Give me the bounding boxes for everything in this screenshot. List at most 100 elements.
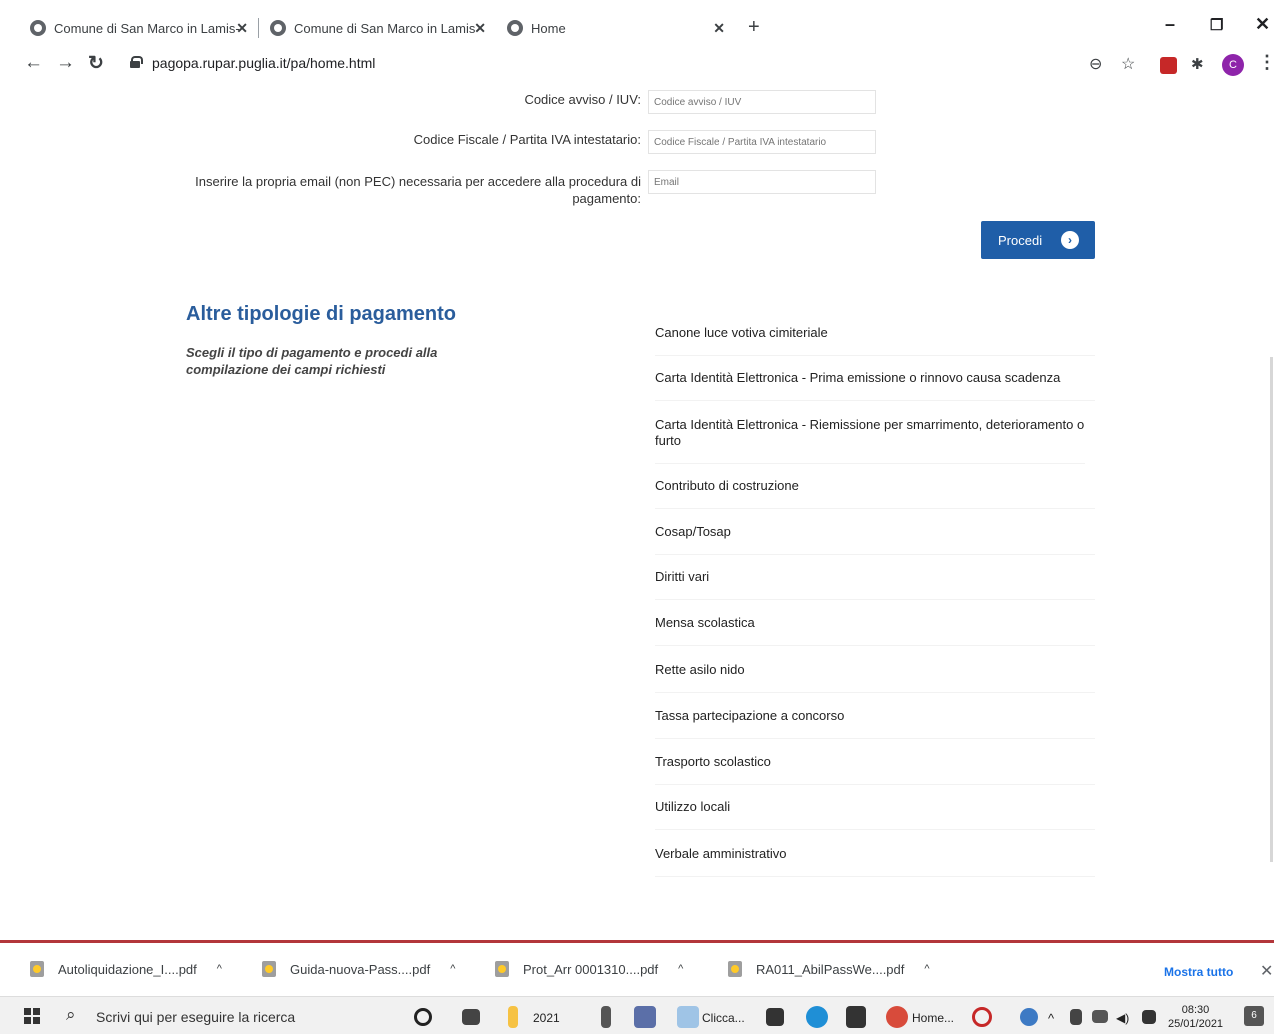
chevron-right-icon: › (1061, 231, 1079, 249)
chrome-icon[interactable] (886, 1006, 908, 1028)
clock[interactable]: 08:30 25/01/2021 (1168, 1003, 1223, 1031)
globe-icon (270, 20, 286, 36)
mail-icon[interactable] (634, 1006, 656, 1028)
tab-home[interactable]: Home ✕ (507, 12, 725, 44)
downloads-bar: Autoliquidazione_I....pdf ^ Guida-nuova-… (0, 940, 1274, 996)
download-filename: RA011_AbilPassWe....pdf (756, 961, 905, 977)
close-icon[interactable]: ✕ (1260, 961, 1273, 981)
payment-type-item[interactable]: Rette asilo nido (655, 662, 1095, 693)
pdf-file-icon (728, 961, 742, 977)
procedi-label: Procedi (998, 232, 1043, 248)
chevron-up-icon[interactable]: ^ (924, 963, 929, 975)
tab-title: Home (531, 20, 566, 36)
close-window-button[interactable]: ✕ (1255, 14, 1270, 35)
procedi-button[interactable]: Procedi › (981, 221, 1095, 259)
minimize-button[interactable]: – (1165, 14, 1175, 35)
store-icon[interactable] (846, 1006, 866, 1028)
taskbar-search-input[interactable]: Scrivi qui per eseguire la ricerca (96, 1009, 295, 1025)
section-title: Altre tipologie di pagamento (186, 303, 457, 325)
payment-type-item[interactable]: Utilizzo locali (655, 799, 1095, 830)
email-label-line1: Inserire la propria email (non PEC) nece… (195, 174, 641, 189)
codice-fiscale-input[interactable] (648, 130, 876, 154)
clock-time: 08:30 (1181, 1004, 1210, 1016)
zoom-icon[interactable]: ⊖ (1089, 54, 1102, 74)
payment-type-item[interactable]: Verbale amministrativo (655, 846, 1095, 877)
lock-icon (130, 56, 143, 68)
clock-date: 25/01/2021 (1168, 1018, 1224, 1030)
scrollbar[interactable] (1270, 357, 1273, 862)
app-icon[interactable] (601, 1006, 611, 1028)
search-icon[interactable]: ⌕ (66, 1005, 76, 1025)
payment-type-item[interactable]: Mensa scolastica (655, 615, 1095, 646)
payment-type-item[interactable]: Canone luce votiva cimiteriale (655, 325, 1095, 356)
payment-type-item[interactable]: Tassa partecipazione a concorso (655, 708, 1095, 739)
close-icon[interactable]: ✕ (474, 20, 486, 37)
folder-icon[interactable] (508, 1006, 518, 1028)
tab-comune-1[interactable]: Comune di San Marco in Lamis- ✕ (30, 12, 248, 44)
payment-type-item[interactable]: Contributo di costruzione (655, 478, 1095, 509)
restore-button[interactable]: ❐ (1210, 16, 1223, 34)
avatar[interactable]: C (1222, 54, 1244, 76)
codice-avviso-input[interactable] (648, 90, 876, 114)
taskbar-app-label[interactable]: Clicca... (702, 1011, 745, 1025)
section-subtitle: Scegli il tipo di pagamento e procedi al… (186, 345, 438, 377)
download-item[interactable]: RA011_AbilPassWe....pdf ^ (728, 961, 930, 977)
network-icon[interactable] (1092, 1010, 1108, 1023)
tab-title: Comune di San Marco in Lamis (294, 20, 476, 36)
payment-type-item[interactable]: Trasporto scolastico (655, 754, 1095, 785)
codice-fiscale-label: Codice Fiscale / Partita IVA intestatari… (413, 132, 641, 147)
page-content: Codice avviso / IUV: Codice Fiscale / Pa… (0, 82, 1274, 932)
tray-icon[interactable] (1020, 1008, 1038, 1026)
close-icon[interactable]: ✕ (236, 20, 248, 37)
download-filename: Prot_Arr 0001310....pdf (523, 961, 659, 977)
email-label: Inserire la propria email (non PEC) nece… (195, 173, 641, 207)
pdf-file-icon (262, 961, 276, 977)
globe-icon (30, 20, 46, 36)
task-view-icon[interactable] (462, 1009, 480, 1025)
chevron-up-icon[interactable]: ^ (217, 963, 222, 975)
battery-icon[interactable] (1070, 1009, 1082, 1025)
download-filename: Autoliquidazione_I....pdf (58, 961, 197, 977)
codice-avviso-label: Codice avviso / IUV: (524, 92, 641, 107)
taskbar-app-label[interactable]: Home... (912, 1011, 954, 1025)
show-all-downloads-link[interactable]: Mostra tutto (1164, 965, 1233, 979)
payment-type-item[interactable]: Carta Identità Elettronica - Riemissione… (655, 417, 1085, 464)
app-icon[interactable] (972, 1007, 992, 1027)
tab-separator (258, 18, 259, 38)
globe-icon (507, 20, 523, 36)
chevron-up-icon[interactable]: ^ (450, 963, 455, 975)
taskbar: ⌕ Scrivi qui per eseguire la ricerca 202… (0, 996, 1274, 1034)
close-icon[interactable]: ✕ (713, 20, 725, 37)
chevron-up-icon[interactable]: ^ (678, 963, 683, 975)
bookmark-star-icon[interactable]: ☆ (1121, 54, 1135, 74)
download-item[interactable]: Guida-nuova-Pass....pdf ^ (262, 961, 455, 977)
new-tab-button[interactable]: + (748, 16, 760, 39)
reload-icon[interactable]: ↻ (88, 52, 104, 75)
edge-icon[interactable] (806, 1006, 828, 1028)
url-field[interactable]: pagopa.rupar.puglia.it/pa/home.html (152, 55, 375, 71)
download-item[interactable]: Prot_Arr 0001310....pdf ^ (495, 961, 683, 977)
address-bar: ← → ↻ pagopa.rupar.puglia.it/pa/home.htm… (0, 48, 1274, 82)
app-icon[interactable] (677, 1006, 699, 1028)
volume-icon[interactable]: ◀) (1116, 1011, 1129, 1025)
forward-icon[interactable]: → (56, 52, 75, 74)
notification-icon[interactable]: 6 (1244, 1006, 1264, 1026)
tab-comune-2[interactable]: Comune di San Marco in Lamis ✕ (270, 12, 486, 44)
cortana-icon[interactable] (414, 1008, 432, 1026)
payment-type-item[interactable]: Diritti vari (655, 569, 1095, 600)
app-icon[interactable] (766, 1008, 784, 1026)
download-item[interactable]: Autoliquidazione_I....pdf ^ (30, 961, 222, 977)
pdf-file-icon (30, 961, 44, 977)
payment-type-item[interactable]: Carta Identità Elettronica - Prima emiss… (655, 370, 1095, 401)
back-icon[interactable]: ← (24, 52, 43, 74)
email-field[interactable] (648, 170, 876, 194)
pdf-extension-icon[interactable] (1160, 57, 1177, 74)
chevron-up-icon[interactable]: ^ (1048, 1011, 1054, 1026)
dropbox-icon[interactable] (1142, 1010, 1156, 1024)
extensions-icon[interactable]: ✱ (1191, 55, 1204, 73)
download-filename: Guida-nuova-Pass....pdf (290, 961, 431, 977)
payment-type-item[interactable]: Cosap/Tosap (655, 524, 1095, 555)
folder-label[interactable]: 2021 (533, 1011, 560, 1025)
windows-start-icon[interactable] (24, 1008, 40, 1024)
menu-icon[interactable]: ⋮ (1258, 52, 1274, 73)
